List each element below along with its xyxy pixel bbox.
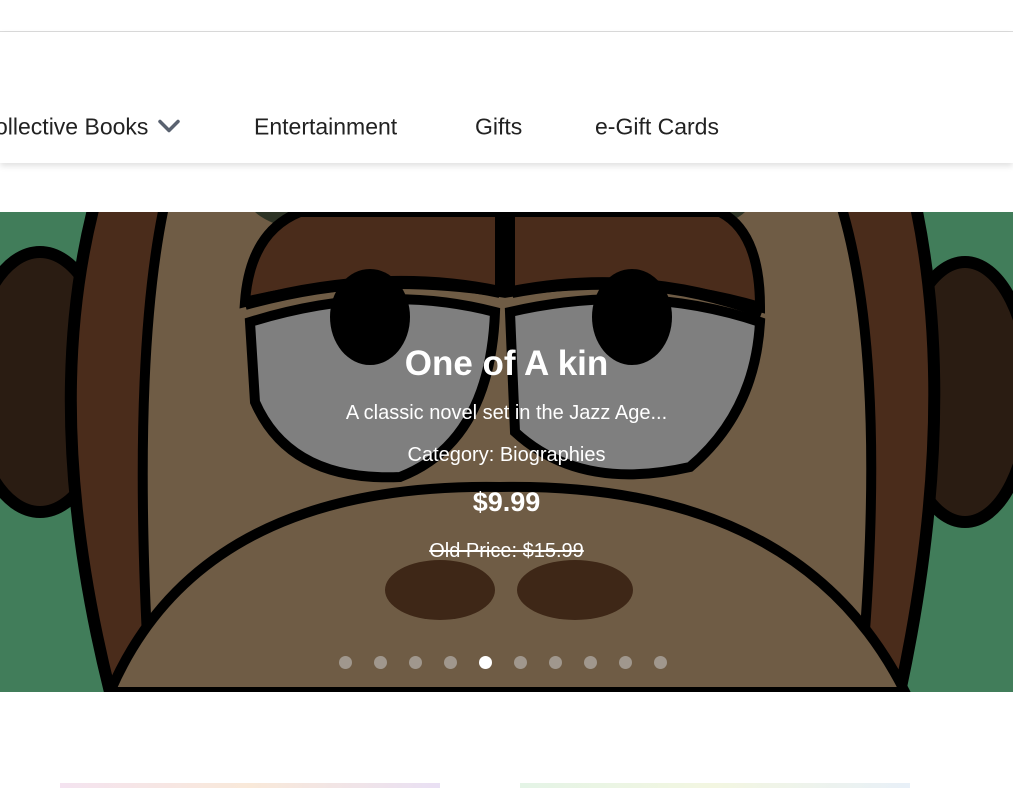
nav-item-label: Entertainment	[254, 113, 398, 140]
carousel-dot-1[interactable]	[339, 656, 352, 669]
top-bar	[0, 0, 1013, 32]
content-preview-strip	[520, 783, 910, 788]
nav-item-label: ollective Books	[0, 113, 149, 140]
nav-item-e-gift-cards[interactable]: e-Gift Cards	[595, 114, 719, 141]
carousel-dot-9[interactable]	[619, 656, 632, 669]
hero-carousel[interactable]: One of A kin A classic novel set in the …	[0, 212, 1013, 692]
nav-item-label: Gifts	[475, 113, 523, 140]
hero-old-price: Old Price: $15.99	[429, 540, 584, 562]
content-preview-strip	[60, 783, 440, 788]
hero-description: A classic novel set in the Jazz Age...	[345, 402, 668, 424]
carousel-dot-8[interactable]	[584, 656, 597, 669]
nav-item-entertainment[interactable]: Entertainment	[254, 114, 397, 141]
hero-price: $9.99	[472, 487, 541, 517]
carousel-dot-4[interactable]	[444, 656, 457, 669]
nav-item-gifts[interactable]: Gifts	[475, 114, 522, 141]
carousel-dot-10[interactable]	[654, 656, 667, 669]
content-area	[0, 692, 1013, 788]
carousel-dot-5[interactable]	[479, 656, 492, 669]
main-navigation: ollective Books Entertainment Gifts e-Gi…	[0, 32, 1013, 163]
chevron-down-icon[interactable]	[158, 113, 181, 140]
carousel-dot-6[interactable]	[514, 656, 527, 669]
carousel-dot-2[interactable]	[374, 656, 387, 669]
carousel-pagination	[339, 656, 667, 670]
carousel-dot-3[interactable]	[409, 656, 422, 669]
nav-item-label: e-Gift Cards	[595, 113, 719, 140]
nav-item-collective-books[interactable]: ollective Books	[0, 113, 181, 141]
hero-category: Category: Biographies	[407, 444, 606, 466]
carousel-dot-7[interactable]	[549, 656, 562, 669]
hero-title: One of A kin	[404, 344, 609, 383]
